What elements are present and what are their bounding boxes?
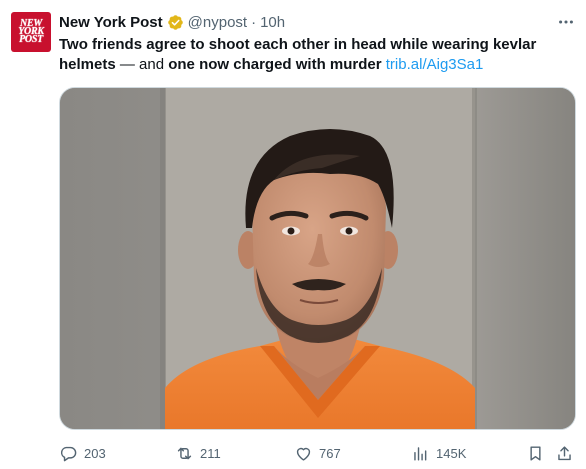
more-options-icon[interactable] xyxy=(556,12,576,32)
tweet-header: New York Post @nypost · 10h xyxy=(59,12,285,32)
tweet-media-photo[interactable] xyxy=(59,87,576,430)
heart-icon xyxy=(296,447,311,461)
tweet-text-bold-2: one now charged with murder xyxy=(168,56,382,73)
repost-icon xyxy=(177,447,192,459)
mugshot-photo xyxy=(60,88,575,429)
share-button[interactable] xyxy=(555,441,574,465)
bookmark-icon xyxy=(530,445,541,461)
tweet-text-plain: — and xyxy=(115,56,169,73)
author-name[interactable]: New York Post xyxy=(59,14,163,31)
avatar-text-line: POST xyxy=(19,34,43,46)
tweet-timestamp[interactable]: 10h xyxy=(260,14,285,31)
reply-icon xyxy=(60,446,77,461)
bookmark-button[interactable] xyxy=(526,441,545,465)
verified-badge-icon[interactable] xyxy=(167,14,184,31)
avatar[interactable]: NEW YORK POST xyxy=(11,12,51,52)
repost-count: 211 xyxy=(200,445,221,461)
tweet-actions: 203 211 767 145K xyxy=(59,441,579,465)
reply-button[interactable]: 203 xyxy=(59,441,106,465)
views-button[interactable]: 145K xyxy=(411,441,466,465)
tweet-link[interactable]: trib.al/Aig3Sa1 xyxy=(386,56,484,73)
view-count: 145K xyxy=(436,445,467,461)
share-icon xyxy=(558,445,571,460)
like-count: 767 xyxy=(319,445,341,461)
tweet-text: Two friends agree to shoot each other in… xyxy=(59,35,575,75)
reply-count: 203 xyxy=(84,445,106,461)
header-separator: · xyxy=(251,13,257,31)
analytics-icon xyxy=(414,446,427,461)
repost-button[interactable]: 211 xyxy=(175,441,221,465)
author-handle[interactable]: @nypost xyxy=(188,14,247,31)
tweet-card[interactable]: NEW YORK POST New York Post @nypost · 10… xyxy=(0,0,586,469)
like-button[interactable]: 767 xyxy=(294,441,341,465)
